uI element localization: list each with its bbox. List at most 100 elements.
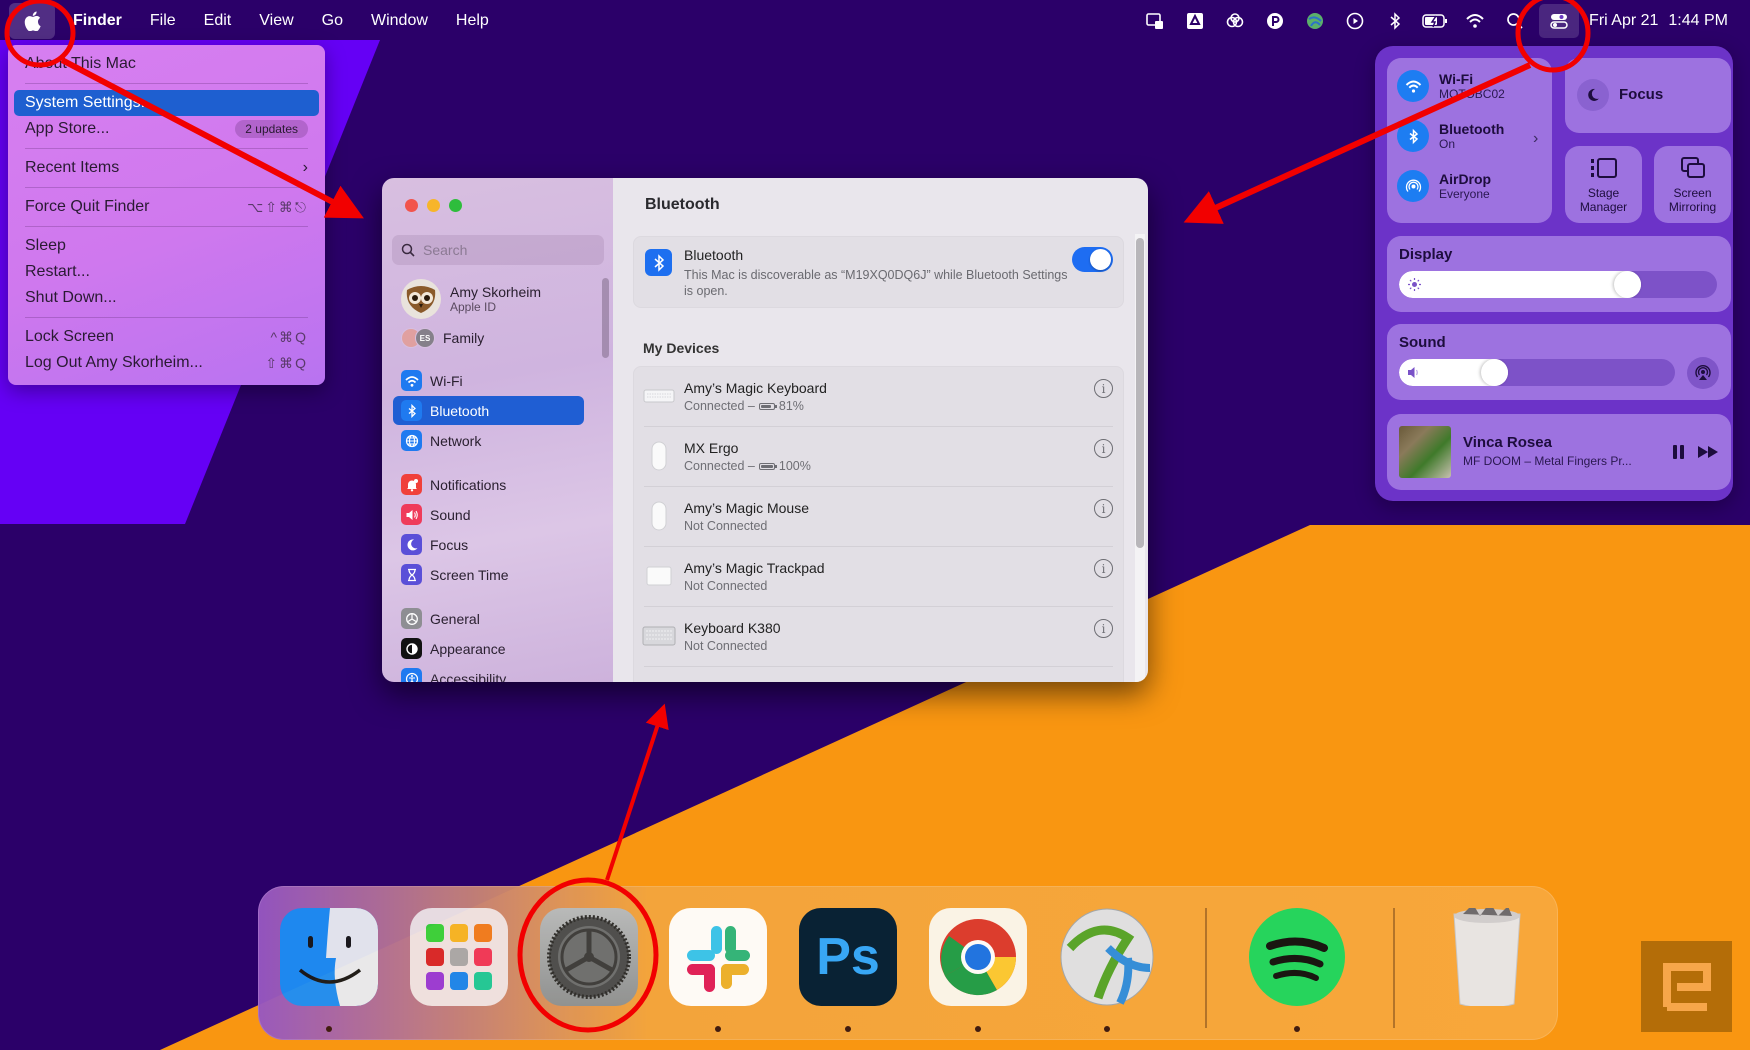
cc-bluetooth[interactable]: Bluetooth On [1397, 120, 1504, 152]
menu-item-system-settings[interactable]: System Settings... [14, 90, 319, 116]
menu-item-about-this-mac[interactable]: About This Mac [14, 51, 319, 77]
album-art[interactable] [1399, 426, 1451, 478]
cc-airdrop[interactable]: AirDrop Everyone [1397, 170, 1491, 202]
menu-item-shut-down[interactable]: Shut Down... [14, 285, 319, 311]
anyconnect-globe-icon [1058, 908, 1156, 1006]
slider-thumb[interactable] [1614, 271, 1641, 298]
device-row[interactable]: Amy’s Magic Keyboard Connected – 81% i [634, 367, 1123, 427]
info-button[interactable]: i [1094, 559, 1113, 578]
fast-forward-icon [1698, 446, 1718, 458]
menu-view[interactable]: View [245, 0, 307, 42]
bluetooth-settings-pane: Bluetooth Bluetooth This Mac is discover… [613, 178, 1148, 682]
zoom-window-button[interactable] [449, 199, 462, 212]
device-row[interactable]: Keyboard K380 Not Connected i [634, 607, 1123, 667]
wifi-icon[interactable] [1455, 0, 1495, 42]
slider-thumb[interactable] [1481, 359, 1508, 386]
info-button[interactable]: i [1094, 619, 1113, 638]
cc-sound-label: Sound [1399, 334, 1446, 351]
podcast-app-icon[interactable] [1255, 0, 1295, 42]
dock-app-spotify[interactable] [1248, 908, 1346, 1006]
menu-item-recent-items[interactable]: Recent Items › [14, 155, 319, 181]
close-window-button[interactable] [405, 199, 418, 212]
device-row[interactable]: Amy’s Magic Trackpad Not Connected i [634, 547, 1123, 607]
bluetooth-icon[interactable] [1375, 0, 1415, 42]
bluetooth-toggle-switch[interactable] [1072, 247, 1113, 272]
info-button[interactable]: i [1094, 379, 1113, 398]
screen-capture-icon[interactable] [1135, 0, 1175, 42]
cc-bluetooth-label: Bluetooth [1439, 121, 1505, 137]
sidebar-item-screen-time[interactable]: Screen Time [393, 560, 584, 589]
cc-screen-mirroring-label: Screen Mirroring [1668, 186, 1717, 214]
running-indicator [845, 1026, 851, 1032]
sidebar-item-notifications[interactable]: Notifications [393, 470, 584, 499]
menu-item-lock-screen[interactable]: Lock Screen ^⌘Q [14, 324, 319, 350]
running-indicator [1294, 1026, 1300, 1032]
menu-window[interactable]: Window [357, 0, 442, 42]
dock-app-launchpad[interactable] [410, 908, 508, 1006]
sidebar-item-focus[interactable]: Focus [393, 530, 584, 559]
connection-status: Connected – [684, 399, 755, 413]
dock-app-slack[interactable] [669, 908, 767, 1006]
device-row[interactable]: MX Ergo Connected – 100% i [634, 427, 1123, 487]
spotlight-search-icon[interactable] [1495, 0, 1535, 42]
sidebar-item-accessibility[interactable]: Accessibility [393, 664, 584, 682]
menu-item-force-quit[interactable]: Force Quit Finder ⌥⇧⌘⎋ [14, 194, 319, 220]
menu-item-label: About This Mac [25, 55, 136, 72]
sidebar-item-network[interactable]: Network [393, 426, 584, 455]
info-button[interactable]: i [1094, 499, 1113, 518]
vpn-globe-icon[interactable] [1295, 0, 1335, 42]
sidebar-item-appearance[interactable]: Appearance [393, 634, 584, 663]
brightness-slider[interactable] [1399, 271, 1717, 298]
sidebar-item-family[interactable]: ES Family [401, 328, 484, 348]
chevron-right-icon[interactable]: › [1533, 130, 1538, 148]
sidebar-item-wifi[interactable]: Wi-Fi [393, 366, 584, 395]
play-circle-icon[interactable] [1335, 0, 1375, 42]
dock-app-chrome[interactable] [929, 908, 1027, 1006]
menu-bar-clock[interactable]: Fri Apr 21 1:44 PM [1589, 12, 1728, 30]
sidebar-item-sound[interactable]: Sound [393, 500, 584, 529]
next-track-button[interactable] [1697, 445, 1719, 464]
pause-button[interactable] [1672, 444, 1686, 460]
sidebar-item-label: Screen Time [430, 566, 509, 583]
cc-display-label: Display [1399, 246, 1453, 263]
menu-app-name[interactable]: Finder [55, 0, 136, 42]
cc-wifi[interactable]: Wi-Fi MOTOBC02 [1397, 70, 1505, 102]
dock-app-trash[interactable] [1438, 908, 1536, 1006]
info-button[interactable]: i [1094, 439, 1113, 458]
menu-item-sleep[interactable]: Sleep [14, 233, 319, 259]
bluetooth-description: This Mac is discoverable as “M19XQ0DQ6J”… [684, 268, 1068, 298]
device-status: Not Connected [684, 519, 768, 533]
main-scrollbar-thumb[interactable] [1136, 238, 1144, 548]
menu-item-restart[interactable]: Restart... [14, 259, 319, 285]
sidebar-item-bluetooth[interactable]: Bluetooth [393, 396, 584, 425]
dock-app-cisco-anyconnect[interactable] [1058, 908, 1156, 1006]
dock-app-system-settings[interactable] [540, 908, 638, 1006]
minimize-window-button[interactable] [427, 199, 440, 212]
battery-charging-icon[interactable] [1415, 0, 1455, 42]
device-row[interactable]: Amy’s Magic Mouse Not Connected i [634, 487, 1123, 547]
cc-focus-tile[interactable]: Focus [1565, 58, 1731, 133]
sidebar-scrollbar[interactable] [602, 278, 609, 358]
control-center-icon[interactable] [1539, 4, 1580, 38]
menu-help[interactable]: Help [442, 0, 503, 42]
menu-file[interactable]: File [136, 0, 190, 42]
apple-menu-button[interactable] [9, 3, 55, 39]
sidebar-item-general[interactable]: General [393, 604, 584, 633]
dock-app-photoshop[interactable]: Ps [799, 908, 897, 1006]
creative-cloud-icon[interactable] [1215, 0, 1255, 42]
spotify-icon [1248, 908, 1346, 1006]
cc-screen-mirroring-tile[interactable]: Screen Mirroring [1654, 146, 1731, 223]
airplay-audio-button[interactable] [1687, 357, 1719, 389]
dock-app-finder[interactable] [280, 908, 378, 1006]
cc-stage-manager-tile[interactable]: Stage Manager [1565, 146, 1642, 223]
settings-search-input[interactable] [423, 242, 583, 258]
settings-search-field[interactable] [392, 235, 604, 265]
menu-go[interactable]: Go [308, 0, 357, 42]
volume-slider[interactable] [1399, 359, 1675, 386]
running-indicator [326, 1026, 332, 1032]
menu-edit[interactable]: Edit [190, 0, 246, 42]
google-drive-icon[interactable] [1175, 0, 1215, 42]
menu-item-log-out[interactable]: Log Out Amy Skorheim... ⇧⌘Q [14, 350, 319, 376]
apple-id-account[interactable]: Amy Skorheim Apple ID [401, 279, 541, 319]
menu-item-app-store[interactable]: App Store... 2 updates [14, 116, 319, 142]
